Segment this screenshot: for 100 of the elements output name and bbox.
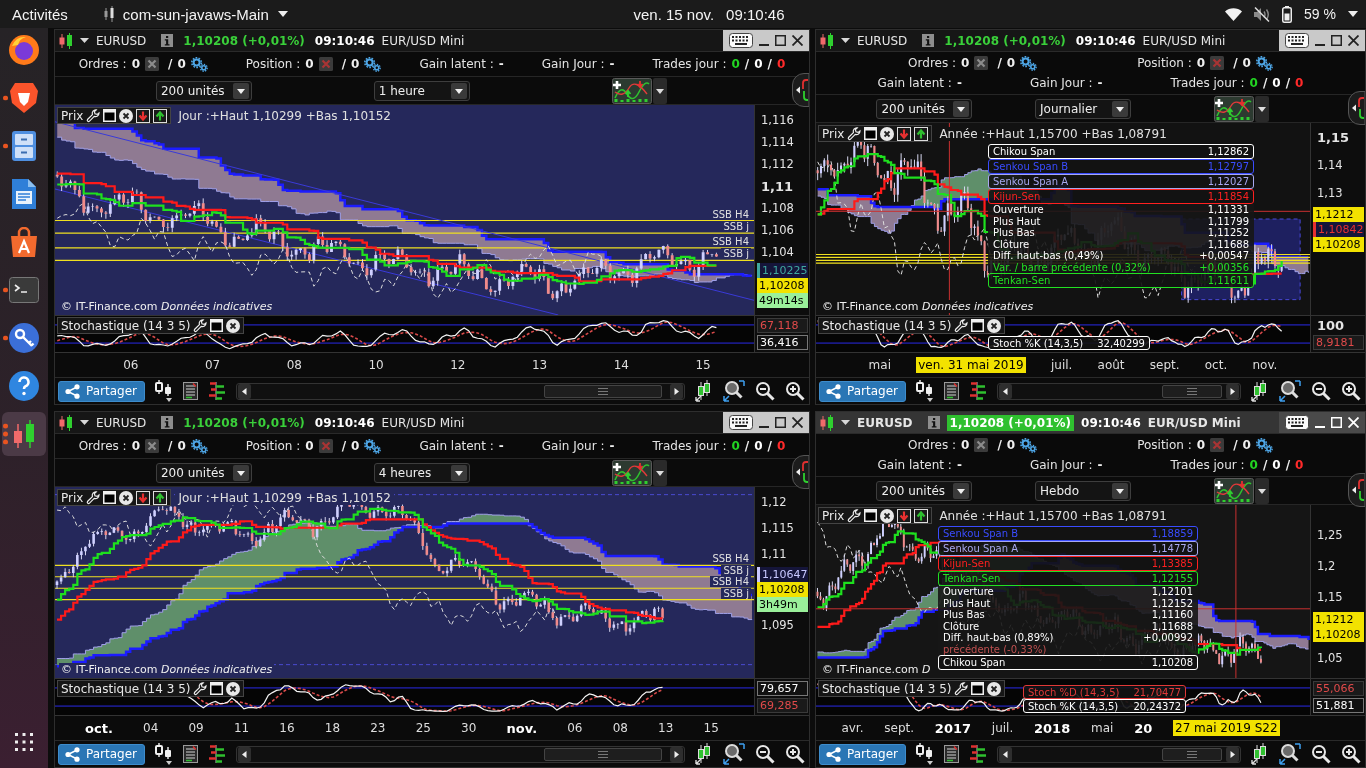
- scrollbar-track[interactable]: [997, 382, 1241, 400]
- battery-icon[interactable]: [1282, 5, 1293, 23]
- app-grid-icon[interactable]: [14, 732, 34, 752]
- gears-icon[interactable]: [364, 56, 382, 72]
- scroll-left-icon[interactable]: [999, 383, 1012, 399]
- cancel-icon[interactable]: [318, 57, 333, 71]
- candle-style-icon[interactable]: [155, 743, 173, 765]
- scroll-right-icon[interactable]: [1226, 746, 1239, 762]
- chart-shift-icon[interactable]: [695, 743, 713, 765]
- window-icon[interactable]: [103, 491, 117, 504]
- cancel-icon[interactable]: [145, 439, 159, 453]
- close-icon[interactable]: [880, 508, 895, 523]
- quantity-dropdown[interactable]: 200 unités: [155, 80, 252, 101]
- scroll-right-icon[interactable]: [1226, 383, 1239, 399]
- share-button[interactable]: Partager: [819, 380, 906, 402]
- wrench-icon[interactable]: [847, 508, 862, 523]
- wrench-icon[interactable]: [847, 126, 862, 141]
- zoom-out-icon[interactable]: [1311, 744, 1331, 764]
- window-icon[interactable]: [210, 319, 224, 332]
- wrench-icon[interactable]: [86, 490, 101, 505]
- caret-down-icon[interactable]: [80, 420, 89, 425]
- info-icon[interactable]: [161, 34, 174, 47]
- zoom-fit-icon[interactable]: [1279, 380, 1301, 402]
- scroll-thumb[interactable]: [1161, 747, 1222, 761]
- clock-time[interactable]: 09:10:46: [726, 5, 785, 23]
- move-up-icon[interactable]: [914, 126, 929, 141]
- gears-icon[interactable]: [1255, 55, 1273, 71]
- move-down-icon[interactable]: [136, 490, 151, 505]
- clock-date[interactable]: ven. 15 nov.: [633, 5, 715, 23]
- bars-icon[interactable]: [969, 745, 987, 763]
- indicator-chart-icon[interactable]: [612, 459, 653, 486]
- scroll-left-icon[interactable]: [238, 746, 251, 762]
- keyboard-icon[interactable]: [1285, 33, 1309, 48]
- move-down-icon[interactable]: [897, 508, 912, 523]
- scrollbar-track[interactable]: [997, 745, 1241, 763]
- side-arrows-icon[interactable]: [1348, 91, 1365, 125]
- zoom-fit-icon[interactable]: [723, 743, 745, 765]
- wrench-icon[interactable]: [193, 681, 208, 696]
- dock-item[interactable]: [2, 412, 46, 456]
- zoom-fit-icon[interactable]: [1279, 743, 1301, 765]
- scroll-thumb[interactable]: [544, 747, 662, 761]
- cancel-icon[interactable]: [1210, 438, 1225, 452]
- maximize-icon[interactable]: [775, 35, 786, 46]
- scrollbar-track[interactable]: [236, 745, 685, 763]
- candle-style-icon[interactable]: [916, 380, 934, 402]
- cancel-icon[interactable]: [145, 57, 159, 71]
- caret-down-icon[interactable]: [1255, 95, 1270, 122]
- app-menu[interactable]: com-sun-javaws-Main: [103, 5, 288, 23]
- info-icon[interactable]: [927, 416, 940, 429]
- zoom-in-icon[interactable]: [1341, 381, 1361, 401]
- move-up-icon[interactable]: [153, 490, 168, 505]
- caret-down-icon[interactable]: [1348, 11, 1358, 17]
- window-icon[interactable]: [971, 682, 985, 695]
- chart-shift-icon[interactable]: [1251, 380, 1269, 402]
- info-icon[interactable]: [161, 416, 174, 429]
- wifi-icon[interactable]: [1225, 7, 1243, 21]
- scroll-thumb[interactable]: [1161, 384, 1222, 398]
- maximize-icon[interactable]: [1331, 35, 1342, 46]
- move-down-icon[interactable]: [136, 108, 151, 123]
- side-arrows-icon[interactable]: [792, 455, 809, 489]
- period-dropdown[interactable]: Hebdo: [1035, 480, 1132, 501]
- cancel-icon[interactable]: [1210, 56, 1225, 70]
- close-icon[interactable]: [792, 417, 803, 428]
- wrench-icon[interactable]: [193, 318, 208, 333]
- caret-down-icon[interactable]: [80, 38, 89, 43]
- move-down-icon[interactable]: [897, 126, 912, 141]
- keyboard-icon[interactable]: [1285, 415, 1309, 430]
- gears-icon[interactable]: [1020, 437, 1038, 453]
- zoom-fit-icon[interactable]: [723, 380, 745, 402]
- zoom-out-icon[interactable]: [755, 381, 775, 401]
- bars-icon[interactable]: [969, 382, 987, 400]
- cancel-icon[interactable]: [318, 439, 333, 453]
- caret-down-icon[interactable]: [653, 459, 668, 486]
- report-icon[interactable]: [944, 745, 959, 763]
- close-icon[interactable]: [119, 490, 134, 505]
- window-icon[interactable]: [103, 109, 117, 122]
- quantity-dropdown[interactable]: 200 unités: [876, 98, 973, 119]
- gears-icon[interactable]: [1255, 437, 1273, 453]
- candle-style-icon[interactable]: [155, 380, 173, 402]
- cancel-icon[interactable]: [974, 56, 989, 70]
- volume-muted-icon[interactable]: [1254, 6, 1271, 22]
- caret-down-icon[interactable]: [841, 38, 850, 43]
- info-icon[interactable]: [922, 34, 935, 47]
- window-icon[interactable]: [210, 682, 224, 695]
- side-arrows-icon[interactable]: [792, 73, 809, 107]
- quantity-dropdown[interactable]: 200 unités: [155, 462, 252, 483]
- close-icon[interactable]: [987, 681, 1002, 696]
- period-dropdown[interactable]: 4 heures: [373, 462, 470, 483]
- zoom-in-icon[interactable]: [785, 744, 805, 764]
- wrench-icon[interactable]: [86, 108, 101, 123]
- close-icon[interactable]: [880, 126, 895, 141]
- scroll-right-icon[interactable]: [670, 746, 683, 762]
- bars-icon[interactable]: [208, 382, 226, 400]
- side-arrows-icon[interactable]: [1348, 473, 1365, 507]
- window-icon[interactable]: [864, 127, 878, 140]
- move-up-icon[interactable]: [153, 108, 168, 123]
- gears-icon[interactable]: [190, 438, 208, 454]
- move-up-icon[interactable]: [914, 508, 929, 523]
- zoom-in-icon[interactable]: [785, 381, 805, 401]
- report-icon[interactable]: [944, 382, 959, 400]
